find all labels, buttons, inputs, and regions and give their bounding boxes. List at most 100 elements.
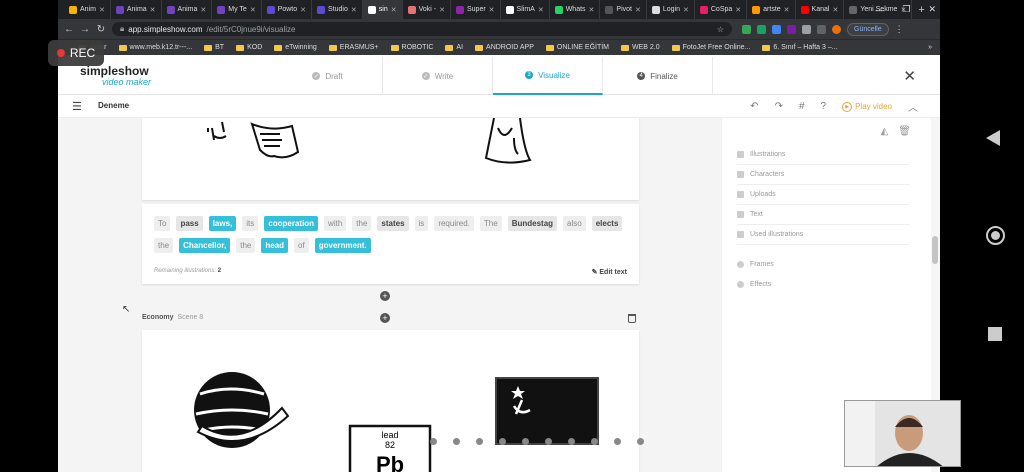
bookmark-item[interactable]: FotoJet Free Online... — [671, 44, 750, 51]
bookmarks-more-icon[interactable]: » — [928, 44, 932, 51]
panel-item-effects[interactable]: Effects — [737, 274, 910, 294]
maximize-icon[interactable]: ❐ — [902, 4, 910, 15]
url-field[interactable]: 🔒︎ app.simpleshow.com/edit/5rC0jnue9i/vi… — [112, 22, 732, 36]
script-word[interactable]: Chancellor, — [179, 238, 231, 253]
close-tab-icon[interactable]: ✕ — [589, 6, 595, 14]
panel-item-illustrations[interactable]: Illustrations — [737, 145, 910, 165]
close-tab-icon[interactable]: ✕ — [351, 6, 357, 14]
script-word[interactable]: To — [154, 216, 171, 231]
extension-icon[interactable] — [772, 24, 781, 34]
page-dot[interactable] — [453, 438, 460, 445]
browser-tab[interactable]: Studio ✕ — [312, 0, 363, 19]
panel-item-uploads[interactable]: Uploads — [737, 185, 910, 205]
script-word[interactable]: is — [414, 216, 429, 231]
page-dot[interactable] — [568, 438, 575, 445]
page-dot[interactable] — [476, 438, 483, 445]
close-tab-icon[interactable]: ✕ — [635, 6, 641, 14]
script-word[interactable]: its — [242, 216, 259, 231]
undo-icon[interactable]: ↶ — [750, 101, 758, 112]
page-dot[interactable] — [522, 438, 529, 445]
browser-tab[interactable]: My Te ✕ — [212, 0, 262, 19]
redo-icon[interactable]: ↷ — [775, 101, 783, 112]
close-tab-icon[interactable]: ✕ — [439, 6, 445, 14]
close-tab-icon[interactable]: ✕ — [538, 6, 544, 14]
script-word[interactable]: cooperation — [264, 216, 319, 231]
browser-tab[interactable]: sin ✕ — [362, 0, 403, 19]
browser-tab[interactable]: Kanal ✕ — [796, 0, 845, 19]
close-tab-icon[interactable]: ✕ — [489, 6, 495, 14]
scene-illustration[interactable] — [142, 117, 639, 200]
bookmark-item[interactable]: WEB 2.0 — [621, 44, 660, 51]
home-nav-icon[interactable] — [986, 226, 1005, 245]
script-word[interactable]: of — [294, 238, 309, 253]
browser-tab[interactable]: Whats ✕ — [550, 0, 601, 19]
page-dot[interactable] — [430, 438, 437, 445]
globe-illustration[interactable] — [194, 372, 290, 448]
bookmark-item[interactable]: KOD — [236, 44, 262, 51]
browser-tab[interactable]: Super ✕ — [451, 0, 501, 19]
browser-tab[interactable]: Anima ✕ — [162, 0, 213, 19]
browser-tab[interactable]: Anima ✕ — [111, 0, 162, 19]
script-word[interactable]: laws, — [208, 216, 237, 231]
bookmark-star-icon[interactable]: ☆ — [717, 25, 724, 34]
script-word[interactable]: required. — [434, 216, 474, 231]
profile-avatar[interactable] — [832, 24, 841, 34]
update-button[interactable]: Güncelle — [847, 22, 889, 36]
step-visualize[interactable]: 3 Visualize — [493, 57, 603, 95]
close-tab-icon[interactable]: ✕ — [200, 6, 206, 14]
reload-icon[interactable]: ↻ — [96, 24, 106, 35]
collapse-icon[interactable]: ︿ — [908, 99, 918, 114]
bookmark-item[interactable]: ANDROID APP — [475, 44, 534, 51]
page-dot[interactable] — [499, 438, 506, 445]
help-icon[interactable]: ? — [821, 101, 827, 112]
close-tab-icon[interactable]: ✕ — [391, 6, 397, 14]
panel-item-used-illustrations[interactable]: Used illustrations — [737, 225, 910, 245]
add-scene-button[interactable]: + — [380, 313, 390, 323]
browser-tab[interactable]: CoSpa ✕ — [695, 0, 748, 19]
menu-icon[interactable] — [817, 24, 826, 34]
bookmark-item[interactable]: AI — [445, 44, 463, 51]
close-tab-icon[interactable]: ✕ — [683, 6, 689, 14]
page-dot[interactable] — [545, 438, 552, 445]
browser-tab[interactable]: artste ✕ — [747, 0, 796, 19]
close-window-icon[interactable]: ✕ — [928, 4, 936, 15]
extension-icon[interactable] — [787, 24, 796, 34]
browser-tab[interactable]: SlimA ✕ — [501, 0, 550, 19]
minimize-icon[interactable]: — — [875, 5, 884, 15]
more-icon[interactable]: ⋮ — [895, 24, 904, 35]
soviet-flag-illustration[interactable] — [495, 377, 599, 445]
flip-icon[interactable]: ◭ — [881, 126, 889, 137]
page-dot[interactable] — [637, 438, 644, 445]
close-tab-icon[interactable]: ✕ — [784, 6, 790, 14]
bookmark-item[interactable]: ROBOTIC — [390, 44, 433, 51]
step-draft[interactable]: ✓ Draft — [273, 57, 383, 95]
back-nav-icon[interactable] — [986, 130, 1000, 146]
extension-icon[interactable] — [742, 24, 751, 34]
close-tab-icon[interactable]: ✕ — [832, 6, 838, 14]
scrollbar-thumb[interactable] — [932, 236, 938, 264]
step-finalize[interactable]: 4 Finalize — [603, 57, 713, 95]
panel-item-text[interactable]: Text — [737, 205, 910, 225]
bookmark-item[interactable]: www.meb.k12.tr---... — [118, 44, 192, 51]
panel-item-characters[interactable]: Characters — [737, 165, 910, 185]
panel-item-frames[interactable]: Frames — [737, 254, 910, 274]
script-word[interactable]: head — [261, 238, 289, 253]
bookmark-item[interactable]: eTwinning — [274, 44, 317, 51]
script-word[interactable]: elects — [591, 216, 623, 231]
script-word[interactable]: with — [324, 216, 347, 231]
close-tab-icon[interactable]: ✕ — [300, 6, 306, 14]
forward-icon[interactable]: → — [80, 24, 90, 35]
bookmark-item[interactable]: ERASMUS+ — [328, 44, 379, 51]
close-tab-icon[interactable]: ✕ — [250, 6, 256, 14]
bookmark-item[interactable]: 6. Sınıf – Hafta 3 –... — [762, 44, 838, 51]
script-word[interactable]: the — [352, 216, 372, 231]
bookmark-item[interactable]: ONLINE EĞİTİM — [545, 44, 609, 51]
delete-scene-icon[interactable] — [628, 314, 636, 323]
browser-tab[interactable]: Voki - ✕ — [403, 0, 451, 19]
browser-tab[interactable]: Powto ✕ — [262, 0, 313, 19]
lead-element-illustration[interactable]: lead 82 Pb — [348, 424, 432, 472]
script-word[interactable]: pass — [176, 216, 203, 231]
script-word[interactable]: The — [479, 216, 502, 231]
add-scene-button[interactable]: + — [380, 291, 390, 301]
extension-icon[interactable] — [757, 24, 766, 34]
